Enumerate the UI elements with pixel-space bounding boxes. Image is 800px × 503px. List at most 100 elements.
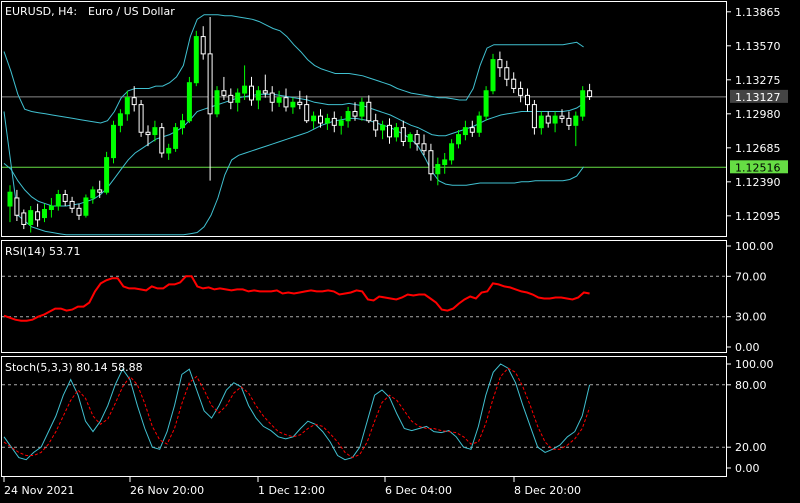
stoch-tick-label: 0.00 [735, 462, 760, 475]
candle-body [469, 127, 475, 133]
price-axis: 1.13865 1.13570 1.13275 1.12980 1.12685 1.123… [726, 6, 781, 223]
candle-body [166, 147, 172, 154]
rsi-tick-label: 100.00 [735, 240, 774, 253]
price-tick-label: 1.13570 [735, 40, 781, 53]
candle-body [400, 127, 406, 142]
candle-body [131, 97, 137, 106]
candle-body [207, 53, 213, 115]
candle-body [566, 117, 572, 126]
time-tick-label: 8 Dec 20:00 [514, 484, 581, 497]
candle-body [145, 131, 151, 136]
candle-body [345, 111, 351, 122]
candle-body [442, 159, 448, 166]
price-pane[interactable] [1, 1, 727, 237]
time-tick-label: 1 Dec 12:00 [258, 484, 325, 497]
price-tick-label: 1.13865 [735, 6, 781, 19]
rsi-series [3, 275, 590, 322]
time-tick-label: 6 Dec 04:00 [385, 484, 452, 497]
candle-body [173, 127, 179, 149]
candle-body [111, 124, 116, 159]
candle-body [242, 85, 248, 94]
middle-band [3, 93, 584, 207]
candle-body [69, 200, 75, 209]
stoch-pane[interactable] [1, 356, 727, 477]
time-tick-label: 24 Nov 2021 [4, 484, 74, 497]
candle-body [159, 127, 165, 154]
candle-body [124, 97, 130, 115]
candle-body [587, 90, 593, 98]
candle-body [483, 90, 489, 117]
candle-body [380, 124, 386, 131]
stoch-tick-label: 100.00 [735, 358, 774, 371]
price-tick-label: 1.12095 [735, 210, 781, 223]
chart-title-symbol: EURUSD, H4: [5, 5, 77, 18]
candle-body [35, 211, 41, 221]
candle-body [28, 210, 34, 225]
candle-body [55, 194, 61, 207]
candle-body [221, 90, 227, 96]
candle-body [104, 157, 110, 193]
candle-body [228, 94, 234, 103]
price-tick-label: 1.12390 [735, 176, 781, 189]
current-price-badge: 1.13127 [730, 89, 788, 104]
candle-body [138, 104, 144, 133]
candlesticks [7, 16, 593, 233]
chart-title-description: Euro / US Dollar [88, 5, 175, 18]
candle-body [193, 36, 199, 84]
rsi-tick-label: 30.00 [735, 311, 767, 324]
candle-body [97, 189, 103, 193]
candle-body [214, 90, 220, 115]
candle-body [331, 117, 337, 126]
candle-body [497, 59, 503, 69]
candle-body [538, 115, 544, 129]
candle-body [276, 97, 282, 103]
candle-body [462, 127, 468, 136]
candle-body [283, 97, 289, 108]
candle-body [449, 143, 455, 161]
rsi-tick-label: 70.00 [735, 270, 767, 283]
candle-body [180, 120, 185, 129]
rsi-line [3, 275, 590, 322]
candle-body [352, 111, 358, 117]
candle-body [21, 212, 27, 225]
candle-body [90, 189, 96, 199]
rsi-tick-label: 0.00 [735, 341, 760, 354]
rsi-pane[interactable] [1, 240, 727, 353]
bollinger-bands [3, 14, 585, 236]
hline-price-badge: 1.12516 [730, 160, 788, 174]
candle-body [324, 117, 330, 124]
candle-body [373, 120, 379, 131]
price-tick-label: 1.13275 [735, 74, 781, 87]
candle-body [117, 113, 123, 126]
candle-body [290, 101, 296, 108]
candle-body [435, 164, 441, 175]
candle-body [235, 92, 241, 103]
candle-body [338, 120, 344, 126]
current-price-label: 1.13127 [735, 91, 781, 104]
candle-body [456, 134, 461, 145]
candle-body [76, 207, 82, 216]
stoch-lines [3, 363, 591, 461]
candle-body [14, 197, 20, 216]
candle-body [476, 115, 482, 133]
candle-body [186, 82, 192, 122]
stoch-label: Stoch(5,3,3) 80.14 58.88 [5, 361, 143, 374]
trading-chart[interactable]: 1.13865 1.13570 1.13275 1.12980 1.12685 1.123… [0, 0, 800, 500]
rsi-label: RSI(14) 53.71 [5, 245, 80, 258]
candle-body [414, 134, 420, 145]
candle-body [318, 115, 323, 124]
stoch-tick-label: 80.00 [735, 379, 767, 392]
candle-body [559, 115, 565, 119]
time-axis: 24 Nov 2021 26 Nov 20:00 1 Dec 12:00 6 Dec … [3, 477, 581, 497]
candle-body [62, 194, 68, 202]
candle-body [428, 150, 434, 175]
candle-body [42, 208, 47, 219]
candle-body [525, 94, 530, 106]
candle-body [48, 205, 54, 210]
candle-body [421, 143, 427, 152]
candle-body [511, 78, 517, 89]
candle-body [262, 90, 268, 94]
candle-body [304, 104, 310, 122]
candle-body [580, 90, 586, 117]
candle-body [552, 115, 558, 124]
